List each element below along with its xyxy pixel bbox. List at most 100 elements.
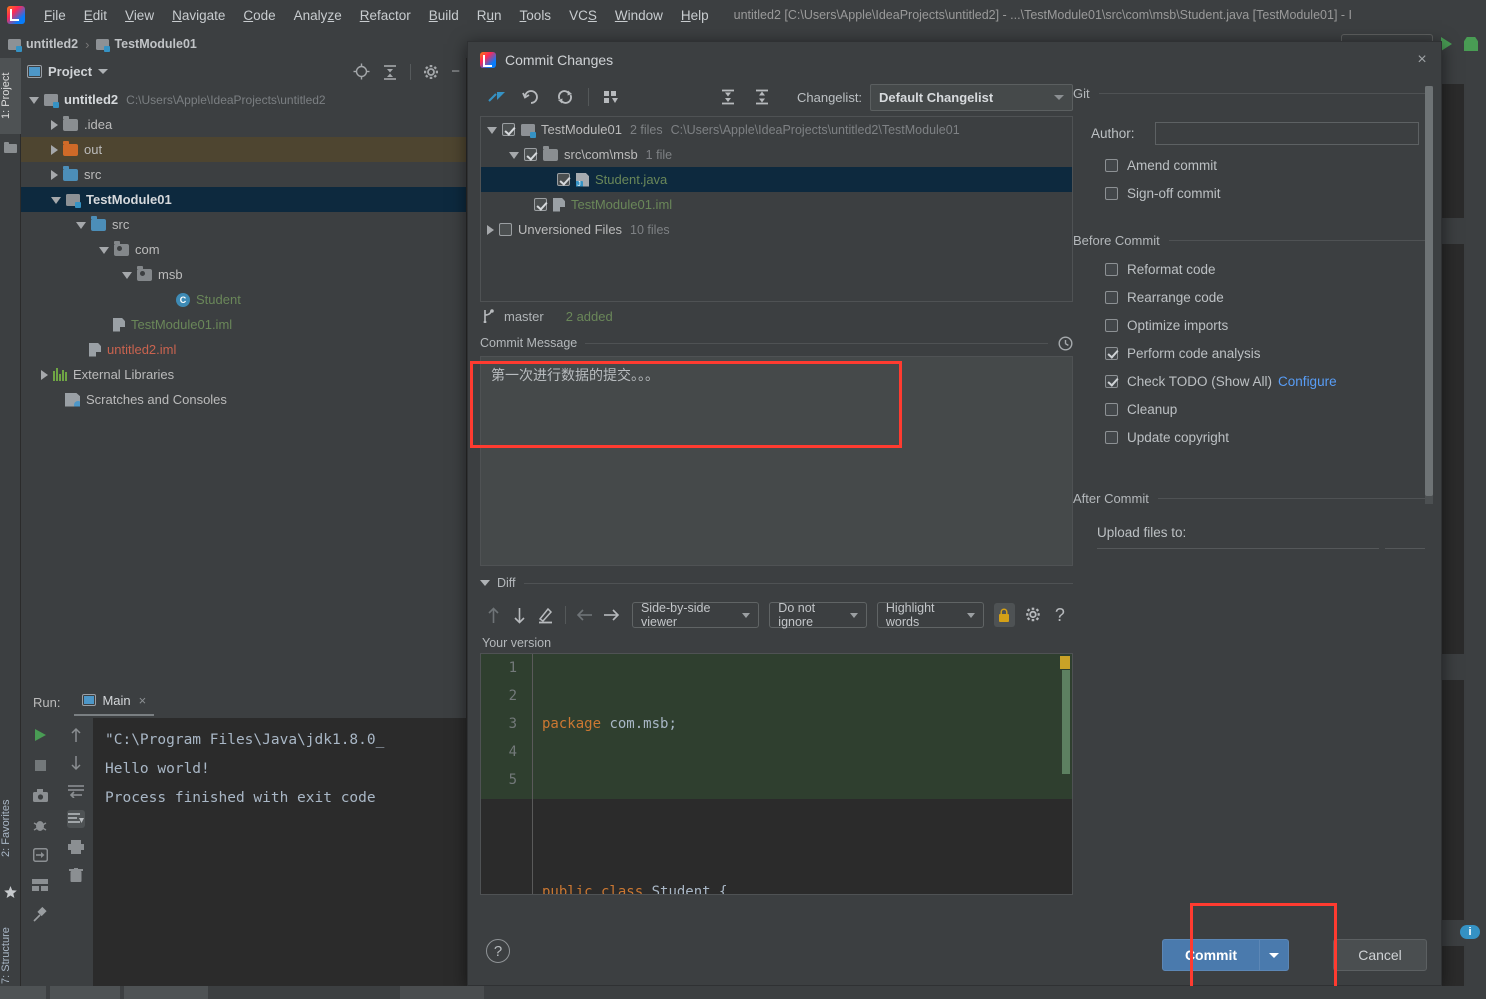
changes-checkbox[interactable] bbox=[499, 223, 512, 236]
print-icon[interactable] bbox=[67, 838, 85, 856]
menu-file[interactable]: File bbox=[35, 5, 75, 26]
tree-row-msb[interactable]: msb bbox=[21, 262, 466, 287]
chevron-open-icon[interactable] bbox=[51, 197, 61, 204]
changelist-select[interactable]: Default Changelist bbox=[870, 83, 1073, 111]
chevron-closed-icon[interactable] bbox=[41, 369, 48, 380]
cancel-button[interactable]: Cancel bbox=[1333, 939, 1427, 971]
menu-view[interactable]: View bbox=[116, 5, 163, 26]
tree-row-student[interactable]: C Student bbox=[21, 287, 466, 312]
checkbox-check-todo[interactable]: Check TODO (Show All) Configure bbox=[1073, 367, 1433, 395]
changes-checkbox[interactable] bbox=[534, 198, 547, 211]
stop-icon[interactable] bbox=[31, 756, 49, 774]
chevron-closed-icon[interactable] bbox=[51, 169, 58, 180]
arrow-down-icon[interactable] bbox=[67, 754, 85, 772]
diff-highlight-select[interactable]: Highlight words bbox=[876, 601, 984, 629]
menu-edit[interactable]: Edit bbox=[75, 5, 116, 26]
debug-icon[interactable] bbox=[1464, 37, 1478, 51]
edit-source-icon[interactable] bbox=[532, 601, 558, 629]
previous-difference-icon[interactable] bbox=[480, 601, 506, 629]
commit-message-input[interactable]: 第一次进行数据的提交。。。 bbox=[480, 356, 1073, 566]
scroll-to-end-icon[interactable] bbox=[67, 810, 85, 828]
breadcrumb-project[interactable]: untitled2 bbox=[26, 37, 78, 51]
status-tab[interactable] bbox=[124, 986, 208, 999]
status-tab[interactable] bbox=[400, 986, 484, 999]
collapse-all-icon[interactable] bbox=[745, 82, 779, 112]
checkbox-optimize-imports[interactable]: Optimize imports bbox=[1073, 311, 1433, 339]
checkbox-box[interactable] bbox=[1105, 290, 1118, 304]
changes-checkbox[interactable] bbox=[502, 123, 515, 136]
next-difference-icon[interactable] bbox=[506, 601, 532, 629]
tree-row-module-src[interactable]: src bbox=[21, 212, 466, 237]
close-icon[interactable]: × bbox=[139, 693, 147, 708]
info-badge-icon[interactable]: i bbox=[1460, 925, 1480, 939]
author-field[interactable] bbox=[1155, 122, 1419, 145]
changes-row-studentjava[interactable]: Student.java bbox=[481, 167, 1072, 192]
menu-code[interactable]: Code bbox=[234, 5, 284, 26]
chevron-open-icon[interactable] bbox=[509, 152, 519, 159]
changes-row-unversioned-files[interactable]: Unversioned Files 10 files bbox=[481, 217, 1072, 242]
accept-left-icon[interactable] bbox=[572, 601, 598, 629]
menu-navigate[interactable]: Navigate bbox=[163, 5, 234, 26]
accept-right-icon[interactable] bbox=[598, 601, 624, 629]
lock-icon[interactable] bbox=[993, 603, 1015, 627]
options-scrollbar-thumb[interactable] bbox=[1425, 86, 1433, 496]
checkbox-box[interactable] bbox=[1105, 430, 1118, 444]
menu-help[interactable]: Help bbox=[672, 5, 718, 26]
checkbox-amend-commit[interactable]: Amend commit bbox=[1073, 151, 1433, 179]
sidebar-item-favorites[interactable]: 2: Favorites bbox=[0, 778, 21, 878]
chevron-closed-icon[interactable] bbox=[487, 224, 494, 235]
chevron-open-icon[interactable] bbox=[29, 97, 39, 104]
menu-window[interactable]: Window bbox=[606, 5, 672, 26]
menu-run[interactable]: Run bbox=[468, 5, 511, 26]
changes-row-testmodule01[interactable]: TestModule01 2 files C:\Users\Apple\Idea… bbox=[481, 117, 1072, 142]
tree-row-out[interactable]: out bbox=[21, 137, 466, 162]
rollback-icon[interactable] bbox=[514, 82, 548, 112]
checkbox-box[interactable] bbox=[1105, 186, 1118, 200]
collapse-selection-icon[interactable] bbox=[480, 82, 514, 112]
upload-configure-button[interactable] bbox=[1385, 548, 1425, 549]
project-tree[interactable]: untitled2 C:\Users\Apple\IdeaProjects\un… bbox=[21, 85, 466, 686]
gear-icon[interactable] bbox=[423, 64, 439, 80]
menu-tools[interactable]: Tools bbox=[511, 5, 561, 26]
checkbox-box[interactable] bbox=[1105, 318, 1118, 332]
commit-button[interactable]: Commit bbox=[1162, 939, 1289, 971]
export-icon[interactable] bbox=[31, 846, 49, 864]
menu-refactor[interactable]: Refactor bbox=[351, 5, 420, 26]
checkbox-box[interactable] bbox=[1105, 346, 1118, 360]
checkbox-update-copyright[interactable]: Update copyright bbox=[1073, 423, 1433, 451]
rerun-icon[interactable] bbox=[31, 726, 49, 744]
diff-settings-gear-icon[interactable] bbox=[1021, 601, 1047, 629]
breadcrumb-module[interactable]: TestModule01 bbox=[114, 37, 196, 51]
upload-target-select[interactable] bbox=[1097, 548, 1379, 549]
checkbox-box[interactable] bbox=[1105, 262, 1118, 276]
soft-wrap-icon[interactable] bbox=[67, 782, 85, 800]
checkbox-perform-code-analysis[interactable]: Perform code analysis bbox=[1073, 339, 1433, 367]
arrow-up-icon[interactable] bbox=[67, 726, 85, 744]
collapse-all-icon[interactable] bbox=[382, 64, 398, 80]
camera-icon[interactable] bbox=[31, 786, 49, 804]
diff-viewer[interactable]: 1 2 3 4 5 package com.msb; public class … bbox=[480, 653, 1073, 895]
trash-icon[interactable] bbox=[67, 866, 85, 884]
chevron-open-icon[interactable] bbox=[122, 272, 132, 279]
configure-link[interactable]: Configure bbox=[1278, 374, 1337, 389]
tree-row-idea[interactable]: .idea bbox=[21, 112, 466, 137]
tree-row-untitled2[interactable]: untitled2 C:\Users\Apple\IdeaProjects\un… bbox=[21, 87, 466, 112]
diff-viewer-select[interactable]: Side-by-side viewer bbox=[631, 601, 760, 629]
chevron-closed-icon[interactable] bbox=[51, 144, 58, 155]
status-tab[interactable] bbox=[50, 986, 120, 999]
history-clock-icon[interactable] bbox=[1058, 335, 1073, 351]
tree-row-external-libraries[interactable]: External Libraries bbox=[21, 362, 466, 387]
tree-row-testmodule01-iml[interactable]: TestModule01.iml bbox=[21, 312, 466, 337]
expand-all-icon[interactable] bbox=[711, 82, 745, 112]
refresh-icon[interactable] bbox=[548, 82, 582, 112]
menu-vcs[interactable]: VCS bbox=[560, 5, 606, 26]
changes-tree[interactable]: TestModule01 2 files C:\Users\Apple\Idea… bbox=[480, 116, 1073, 302]
chevron-open-icon[interactable] bbox=[487, 127, 497, 134]
sidebar-item-project[interactable]: 1: Project bbox=[0, 58, 21, 134]
diff-code[interactable]: package com.msb; public class Student { … bbox=[542, 654, 1042, 894]
checkbox-box[interactable] bbox=[1105, 158, 1118, 172]
tree-row-scratches[interactable]: Scratches and Consoles bbox=[21, 387, 466, 412]
group-by-icon[interactable] bbox=[595, 82, 629, 112]
checkbox-reformat-code[interactable]: Reformat code bbox=[1073, 255, 1433, 283]
run-console[interactable]: "C:\Program Files\Java\jdk1.8.0_ Hello w… bbox=[93, 718, 466, 986]
